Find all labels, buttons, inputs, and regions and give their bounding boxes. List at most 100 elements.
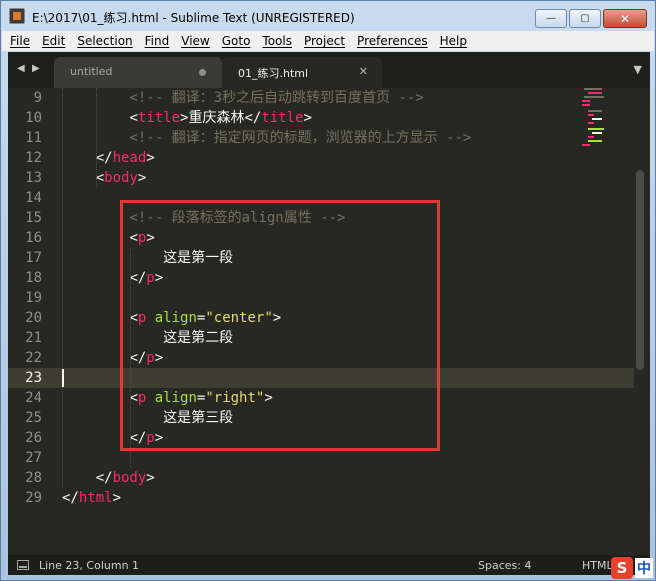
indent-guide [62, 88, 63, 488]
minimize-button[interactable]: — [535, 9, 567, 28]
code-line: <title>重庆森林</title> [129, 108, 311, 128]
minimap-line [592, 132, 602, 134]
minimap-line [588, 128, 604, 130]
menu-goto[interactable]: Goto [216, 34, 257, 48]
line-number: 10 [25, 110, 42, 126]
line-number: 16 [25, 230, 42, 246]
status-bar: Line 23, Column 1 Spaces: 4 HTML [8, 555, 650, 575]
menu-preferences[interactable]: Preferences [351, 34, 434, 48]
code-line: <!-- 翻译：指定网页的标题，浏览器的上方显示 --> [129, 128, 471, 148]
code-token: < [129, 110, 138, 126]
window-title: E:\2017\01_练习.html - Sublime Text (UNREG… [32, 11, 355, 25]
line-number: 23 [25, 370, 42, 386]
tab-next-icon[interactable]: ▶ [32, 63, 40, 74]
tab-list-dropdown-icon[interactable]: ▼ [634, 63, 642, 76]
line-number: 11 [25, 130, 42, 146]
tab-01-html[interactable]: 01_练习.html ✕ [222, 57, 382, 88]
window-controls: — ▢ ✕ [535, 9, 647, 28]
indentation-setting[interactable]: Spaces: 4 [478, 559, 531, 572]
menu-tools[interactable]: Tools [256, 34, 298, 48]
menu-help[interactable]: Help [434, 34, 473, 48]
minimap-line [582, 104, 590, 106]
unsaved-dot-icon[interactable] [199, 69, 206, 76]
indent-guide [96, 88, 97, 188]
minimap-line [588, 114, 594, 116]
code-token: >重庆森林</ [180, 110, 262, 126]
code-token: > [137, 170, 147, 186]
line-number: 12 [25, 150, 42, 166]
title-bar[interactable]: E:\2017\01_练习.html - Sublime Text (UNREG… [1, 1, 655, 31]
menu-find[interactable]: Find [139, 34, 176, 48]
line-number: 29 [25, 490, 42, 506]
minimap-line [588, 136, 594, 138]
line-number-gutter: 9 10 11 12 13 14 15 16 17 18 19 20 21 22 23 24 25 26 27 28 2… [8, 88, 48, 555]
code-line: </body> [96, 468, 155, 488]
code-line: <body> [96, 168, 147, 188]
tab-untitled[interactable]: untitled [54, 57, 222, 88]
app-window: E:\2017\01_练习.html - Sublime Text (UNREG… [0, 0, 656, 581]
tab-label: 01_练习.html [238, 67, 309, 80]
line-number: 19 [25, 290, 42, 306]
close-button[interactable]: ✕ [603, 9, 647, 28]
minimap-line [588, 140, 602, 142]
line-number: 24 [25, 390, 42, 406]
vertical-scrollbar[interactable] [636, 170, 644, 370]
line-number: 18 [25, 270, 42, 286]
sublime-app-icon [9, 8, 25, 24]
close-tab-icon[interactable]: ✕ [359, 65, 368, 78]
code-token: </ [95, 470, 113, 486]
menu-edit[interactable]: Edit [36, 34, 71, 48]
maximize-button[interactable]: ▢ [569, 9, 601, 28]
minimap[interactable] [578, 88, 634, 148]
line-number: 21 [25, 330, 42, 346]
minimap-line [588, 110, 602, 112]
code-token: > [303, 110, 312, 126]
code-token: > [146, 470, 155, 486]
minimap-line [592, 118, 602, 120]
line-number: 26 [25, 430, 42, 446]
minimap-line [584, 96, 604, 98]
tab-bar: ◀ ▶ untitled 01_练习.html ✕ ▼ [8, 52, 650, 88]
code-token: html [78, 490, 113, 506]
panel-toggle-icon[interactable] [17, 560, 29, 570]
line-number: 27 [25, 450, 42, 466]
line-number: 28 [25, 470, 42, 486]
line-number: 17 [25, 250, 42, 266]
code-token: title [261, 110, 304, 126]
minimap-line [588, 122, 594, 124]
menu-view[interactable]: View [175, 34, 215, 48]
ime-mode-label: 中 [635, 558, 653, 578]
code-token: </ [62, 490, 79, 506]
code-line: <!-- 翻译：3秒之后自动跳转到百度首页 --> [129, 88, 423, 108]
cursor-position: Line 23, Column 1 [39, 559, 140, 572]
line-number: 14 [25, 190, 42, 206]
line-number: 9 [33, 90, 42, 106]
code-token: </ [95, 150, 113, 166]
line-number: 22 [25, 350, 42, 366]
editor-panel: ◀ ▶ untitled 01_练习.html ✕ ▼ 9 10 11 12 13 14 1… [8, 52, 650, 575]
code-token: > [146, 150, 155, 166]
menu-selection[interactable]: Selection [71, 34, 138, 48]
line-number: 15 [25, 210, 42, 226]
minimap-line [584, 88, 602, 90]
menu-bar: File Edit Selection Find View Goto Tools… [2, 31, 654, 51]
code-token: <!-- 翻译：3秒之后自动跳转到百度首页 --> [129, 90, 424, 106]
menu-file[interactable]: File [4, 34, 36, 48]
annotation-box [120, 200, 440, 451]
ime-indicator[interactable]: S 中 [611, 557, 653, 579]
minimap-line [582, 100, 590, 102]
line-number: 13 [25, 170, 42, 186]
code-token: body [104, 170, 138, 186]
text-cursor [62, 369, 64, 387]
code-editor[interactable]: 9 10 11 12 13 14 15 16 17 18 19 20 21 22 23 24 25 26 27 28 2… [8, 88, 650, 555]
tab-prev-icon[interactable]: ◀ [17, 63, 25, 74]
code-token: title [137, 110, 181, 126]
code-token: > [112, 490, 122, 506]
line-number: 25 [25, 410, 42, 426]
code-token: <!-- 翻译：指定网页的标题，浏览器的上方显示 --> [129, 130, 472, 146]
menu-project[interactable]: Project [298, 34, 351, 48]
minimap-line [582, 144, 590, 146]
syntax-mode[interactable]: HTML [582, 559, 613, 572]
sogou-ime-icon: S [611, 557, 633, 579]
code-line: </head> [96, 148, 155, 168]
